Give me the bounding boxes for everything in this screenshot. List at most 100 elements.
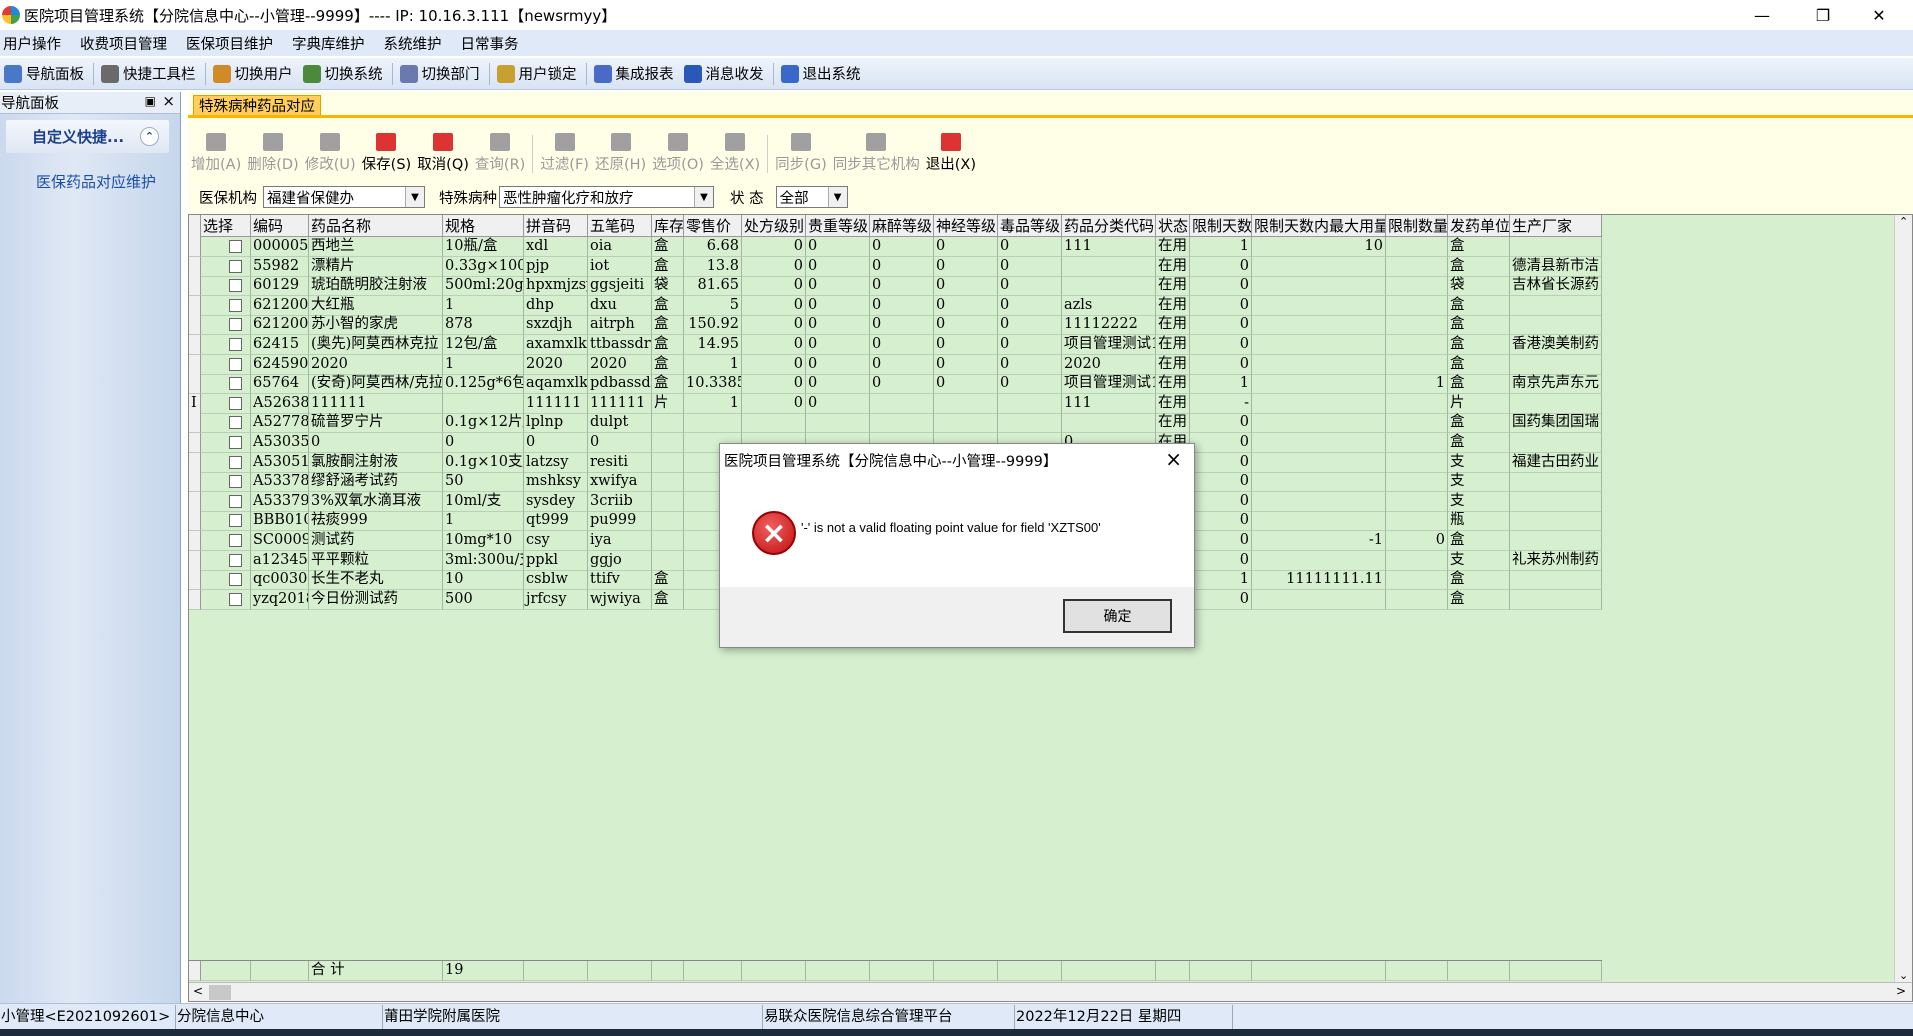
scroll-thumb[interactable]: [209, 985, 231, 1000]
toolbar-button-3[interactable]: 切换系统: [299, 61, 389, 87]
column-header[interactable]: 限制天数: [1190, 215, 1252, 237]
row-checkbox[interactable]: [229, 592, 242, 606]
restore-button[interactable]: ❐: [1795, 0, 1851, 30]
toolbar-button-1[interactable]: 快捷工具栏: [97, 61, 202, 87]
table-row[interactable]: 0000050C西地兰10瓶/盒xdloia盒6.6800000111在用110…: [189, 237, 1602, 257]
action-button-5[interactable]: 查询(R): [472, 132, 528, 174]
action-button-6[interactable]: 过滤(F): [537, 132, 592, 174]
toolbar-button-0[interactable]: 导航面板: [0, 61, 90, 87]
row-checkbox[interactable]: [229, 396, 242, 410]
row-checkbox[interactable]: [229, 514, 242, 528]
action-button-3[interactable]: 保存(S): [359, 132, 415, 174]
menu-item-0[interactable]: 用户操作: [0, 33, 71, 54]
column-header[interactable]: 毒品等级: [998, 215, 1062, 237]
close-icon[interactable]: ×: [1165, 447, 1182, 471]
toolbar-button-4[interactable]: 切换部门: [396, 61, 486, 87]
select-cell[interactable]: [201, 491, 251, 512]
toolbar-button-5[interactable]: 用户锁定: [493, 61, 583, 87]
select-cell[interactable]: [201, 295, 251, 316]
row-checkbox[interactable]: [229, 357, 242, 371]
close-icon[interactable]: ×: [162, 92, 175, 110]
column-header[interactable]: 状态: [1156, 215, 1190, 237]
row-checkbox[interactable]: [229, 259, 242, 273]
row-checkbox[interactable]: [229, 298, 242, 312]
select-cell[interactable]: [201, 531, 251, 551]
toolbar-button-7[interactable]: 消息收发: [680, 61, 770, 87]
toolbar-button-6[interactable]: 集成报表: [590, 61, 680, 87]
table-row[interactable]: IA526389111111111111111111片100111在用-片: [189, 393, 1602, 414]
select-cell[interactable]: [201, 276, 251, 297]
chevron-up-icon[interactable]: ⌃: [140, 127, 159, 146]
row-checkbox[interactable]: [229, 475, 242, 489]
table-row[interactable]: 6212001C大红瓶1dhpdxu盒500000azls在用0盒: [189, 295, 1602, 316]
action-button-9[interactable]: 全选(X): [707, 132, 763, 174]
column-header[interactable]: 拼音码: [524, 215, 588, 237]
row-checkbox[interactable]: [229, 494, 242, 508]
scroll-right-icon[interactable]: >: [1896, 984, 1906, 998]
select-cell[interactable]: [201, 393, 251, 414]
row-checkbox[interactable]: [229, 377, 242, 391]
column-header[interactable]: 处方级别: [742, 215, 806, 237]
column-header[interactable]: 药品分类代码: [1062, 215, 1156, 237]
action-button-2[interactable]: 修改(U): [302, 132, 359, 174]
column-header[interactable]: 限制天数内最大用量: [1252, 215, 1386, 237]
column-header[interactable]: 生产厂家: [1510, 215, 1602, 237]
column-header[interactable]: 限制数量: [1386, 215, 1448, 237]
select-cell[interactable]: [201, 315, 251, 336]
table-row[interactable]: A52778 硫普罗宁片 0.1g×12片/lplnp dulpt 在用 0 盒国药集团国瑞: [189, 413, 1602, 434]
minimize-button[interactable]: —: [1734, 0, 1790, 30]
column-header[interactable]: 选择: [201, 215, 251, 237]
chevron-down-icon[interactable]: ▼: [694, 187, 713, 207]
row-checkbox[interactable]: [229, 553, 242, 567]
pin-icon[interactable]: ▣: [145, 94, 156, 108]
org-select[interactable]: 福建省保健办 ▼: [263, 186, 425, 208]
action-button-0[interactable]: 增加(A): [188, 132, 244, 174]
column-header[interactable]: 编码: [251, 215, 309, 237]
vertical-scrollbar[interactable]: ⌃ ⌄: [1894, 215, 1912, 982]
select-cell[interactable]: [201, 256, 251, 277]
select-cell[interactable]: [201, 433, 251, 453]
ok-button[interactable]: 确定: [1063, 599, 1172, 633]
status-select[interactable]: 全部 ▼: [775, 186, 848, 208]
table-row[interactable]: 55982漂精片0.33g×1000pjpiot盒13.800000在用0盒德清…: [189, 256, 1602, 277]
column-header[interactable]: 药品名称: [309, 215, 443, 237]
row-checkbox[interactable]: [229, 416, 242, 430]
scroll-up-icon[interactable]: ⌃: [1899, 215, 1908, 228]
select-cell[interactable]: [201, 452, 251, 473]
column-header[interactable]: 神经等级: [934, 215, 998, 237]
action-button-1[interactable]: 删除(D): [244, 132, 301, 174]
tab-special-disease-drug[interactable]: 特殊病种药品对应: [193, 95, 321, 116]
table-row[interactable]: 62459022020120202020盒1000002020在用0盒: [189, 354, 1602, 375]
scroll-left-icon[interactable]: <: [193, 984, 203, 998]
select-cell[interactable]: [201, 472, 251, 493]
select-cell[interactable]: [201, 570, 251, 591]
column-header[interactable]: 五笔码: [588, 215, 652, 237]
row-checkbox[interactable]: [229, 338, 242, 351]
chevron-down-icon[interactable]: ▼: [827, 187, 847, 207]
table-row[interactable]: 60129琥珀酰明胶注射液500ml:20g/安hpxmjzsyggsjeiti…: [189, 276, 1602, 297]
select-cell[interactable]: [201, 589, 251, 610]
menu-item-3[interactable]: 字典库维护: [289, 33, 375, 54]
row-checkbox[interactable]: [229, 573, 242, 587]
toolbar-button-2[interactable]: 切换用户: [209, 61, 299, 87]
row-checkbox[interactable]: [229, 318, 242, 332]
column-header[interactable]: 库存: [652, 215, 684, 237]
menu-item-5[interactable]: 日常事务: [458, 33, 529, 54]
nav-link-insurance-drug[interactable]: 医保药品对应维护: [36, 171, 180, 192]
table-row[interactable]: 65764 (安奇)阿莫西林/克拉 0.125g*6包/aqamxlkl pdbass…: [189, 374, 1602, 395]
select-cell[interactable]: [201, 335, 251, 355]
row-checkbox[interactable]: [229, 240, 242, 253]
select-cell[interactable]: [201, 511, 251, 532]
select-cell[interactable]: [201, 237, 251, 257]
chevron-down-icon[interactable]: ▼: [405, 187, 424, 207]
horizontal-scrollbar[interactable]: < >: [189, 982, 1912, 1001]
select-cell[interactable]: [201, 413, 251, 434]
disease-select[interactable]: 恶性肿瘤化疗和放疗 ▼: [499, 186, 714, 208]
toolbar-button-8[interactable]: 退出系统: [777, 61, 867, 87]
action-button-10[interactable]: 同步(G): [772, 132, 830, 174]
table-row[interactable]: 62415 (奥先)阿莫西林克拉 12包/盒 axamxlkl ttbassdrx 盒 14…: [189, 335, 1602, 355]
nav-group-custom-shortcuts[interactable]: 自定义快捷... ⌃: [6, 120, 169, 153]
menu-item-4[interactable]: 系统维护: [381, 33, 452, 54]
column-header[interactable]: 麻醉等级: [870, 215, 934, 237]
column-header[interactable]: 发药单位: [1448, 215, 1510, 237]
